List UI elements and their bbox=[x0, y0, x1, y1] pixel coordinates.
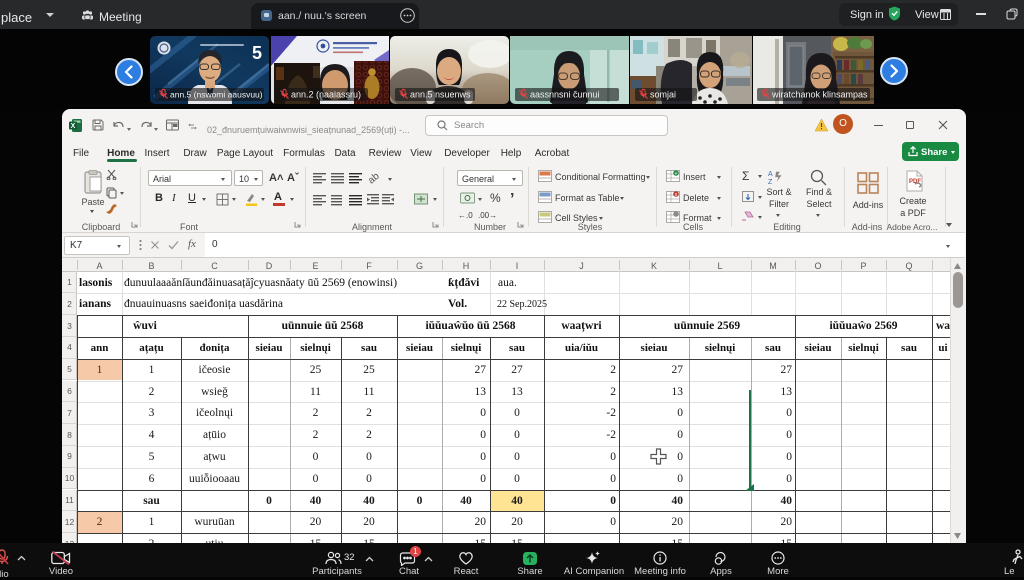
svg-text:Z: Z bbox=[768, 179, 773, 185]
svg-text:somjai: somjai bbox=[650, 90, 676, 100]
svg-text:A: A bbox=[768, 171, 773, 178]
svg-text:X: X bbox=[71, 123, 76, 130]
svg-text:+: + bbox=[674, 171, 677, 177]
svg-text:aassnnsni čunnui: aassnnsni čunnui bbox=[530, 90, 600, 100]
svg-text:ab: ab bbox=[369, 172, 382, 184]
svg-text:5: 5 bbox=[252, 43, 262, 63]
svg-text:ann.5 nsuenws: ann.5 nsuenws bbox=[410, 90, 471, 100]
svg-text:ann.2 (naaiassru): ann.2 (naaiassru) bbox=[291, 90, 361, 100]
svg-text:wiratchanok klinsampas: wiratchanok klinsampas bbox=[771, 90, 868, 100]
svg-text:x: x bbox=[675, 192, 678, 198]
svg-text:ann.5 (nswomi aausvuu): ann.5 (nswomi aausvuu) bbox=[170, 90, 263, 100]
